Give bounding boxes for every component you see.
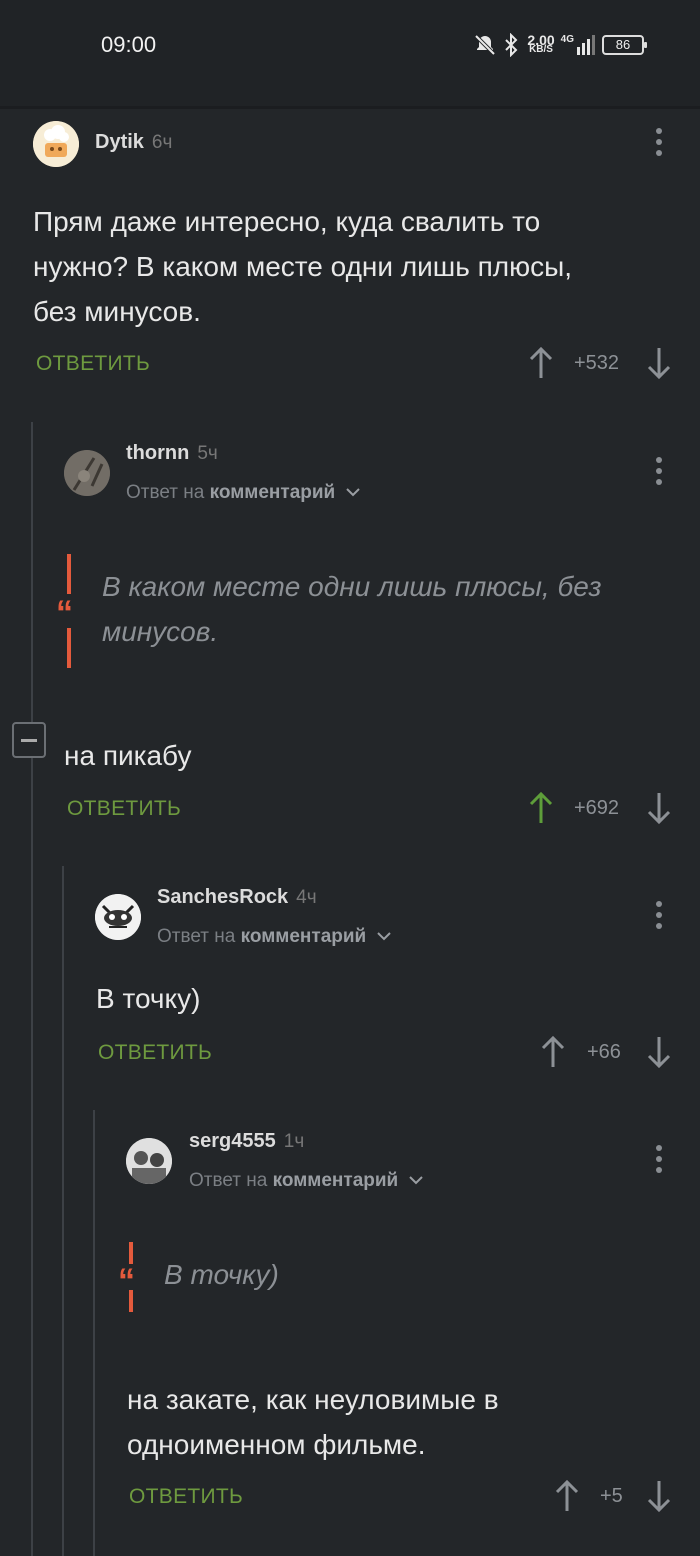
reply-button[interactable]: ОТВЕТИТЬ (36, 352, 150, 376)
comment-text: на пикабу (64, 740, 192, 771)
author-name[interactable]: SanchesRock (157, 886, 288, 908)
downvote-icon[interactable] (647, 346, 671, 380)
battery-indicator: 86 (602, 35, 647, 55)
comment-text-line: без минусов. (33, 296, 201, 327)
quote-text-line: В точку) (164, 1259, 279, 1290)
quote-text-line: минусов. (102, 616, 219, 647)
downvote-icon[interactable] (647, 1479, 671, 1513)
reply-to-target[interactable]: комментарий (241, 926, 367, 947)
author-name[interactable]: serg4555 (189, 1130, 276, 1152)
reply-to-link[interactable]: Ответ на комментарий (189, 1170, 424, 1192)
chevron-down-icon[interactable] (408, 1174, 424, 1186)
comment-age: 1ч (283, 1131, 305, 1152)
quote-bar (67, 554, 71, 594)
avatar[interactable] (33, 121, 79, 167)
reply-to-prefix: Ответ на (157, 926, 236, 947)
status-time: 09:00 (101, 32, 157, 57)
reply-button[interactable]: ОТВЕТИТЬ (67, 797, 181, 821)
reply-to-prefix: Ответ на (126, 482, 205, 503)
signal-icon (577, 35, 595, 55)
comment-text-line: нужно? В каком месте одни лишь плюсы, (33, 251, 573, 282)
vote-count: +692 (574, 797, 620, 819)
chevron-down-icon[interactable] (376, 930, 392, 942)
upvote-icon[interactable] (541, 1035, 565, 1069)
more-options-icon[interactable] (655, 1145, 663, 1175)
reply-button[interactable]: ОТВЕТИТЬ (129, 1485, 243, 1509)
reply-button[interactable]: ОТВЕТИТЬ (98, 1041, 212, 1065)
comment-age: 5ч (197, 443, 218, 464)
comment-text-line: Прям даже интересно, куда свалить то (33, 206, 541, 237)
avatar[interactable] (95, 894, 141, 940)
quote-bar (67, 628, 71, 668)
collapse-thread-button[interactable] (12, 722, 46, 758)
thread-line (62, 866, 64, 1556)
avatar[interactable] (64, 450, 110, 496)
author-name[interactable]: thornn (126, 442, 189, 464)
network-speed: 2.00 KB/S (527, 32, 555, 55)
more-options-icon[interactable] (655, 128, 663, 158)
more-options-icon[interactable] (655, 901, 663, 931)
vote-count: +5 (600, 1485, 623, 1507)
comment-author[interactable]: SanchesRock 4ч (157, 886, 317, 909)
comment-author[interactable]: serg4555 1ч (189, 1130, 304, 1153)
comment-text-line: одноименном фильме. (127, 1429, 426, 1460)
bell-muted-icon (474, 34, 496, 56)
comment-author[interactable]: thornn 5ч (126, 442, 218, 465)
upvote-icon[interactable] (529, 346, 553, 380)
network-type: 4G (561, 35, 596, 55)
comment-text-line: на закате, как неуловимые в (127, 1384, 499, 1415)
quote-bar (129, 1242, 133, 1264)
comment-text: В точку) (96, 983, 201, 1014)
quote-text: В каком месте одни лишь плюсы, без минус… (102, 564, 602, 654)
reply-to-prefix: Ответ на (189, 1170, 268, 1191)
comment-age: 4ч (296, 887, 317, 908)
upvote-icon[interactable] (529, 791, 553, 825)
comment-text: Прям даже интересно, куда свалить то нуж… (33, 199, 572, 334)
bluetooth-icon (505, 33, 518, 57)
quote-text-line: В каком месте одни лишь плюсы, без (102, 571, 602, 602)
thread-line (93, 1110, 95, 1556)
reply-to-link[interactable]: Ответ на комментарий (157, 926, 392, 948)
reply-to-target[interactable]: комментарий (273, 1170, 399, 1191)
vote-count: +66 (587, 1041, 621, 1063)
reply-to-target[interactable]: комментарий (210, 482, 336, 503)
downvote-icon[interactable] (647, 1035, 671, 1069)
quote-text: В точку) (164, 1252, 279, 1297)
quote-icon: “ (56, 594, 73, 632)
thread-line (31, 422, 33, 1556)
reply-to-link[interactable]: Ответ на комментарий (126, 482, 361, 504)
comment-text: на закате, как неуловимые в одноименном … (127, 1377, 499, 1467)
comment-age: 6ч (151, 132, 173, 153)
upvote-icon[interactable] (555, 1479, 579, 1513)
more-options-icon[interactable] (655, 457, 663, 487)
status-icons: 2.00 KB/S 4G 86 (473, 32, 647, 57)
author-name[interactable]: Dytik (95, 131, 144, 153)
downvote-icon[interactable] (647, 791, 671, 825)
divider (0, 106, 700, 109)
comment-author[interactable]: Dytik 6ч (95, 131, 172, 154)
chevron-down-icon[interactable] (345, 486, 361, 498)
quote-bar (129, 1290, 133, 1312)
avatar[interactable] (126, 1138, 172, 1184)
vote-count: +532 (574, 352, 620, 374)
status-bar: 09:00 2.00 KB/S 4G 86 (0, 0, 700, 106)
